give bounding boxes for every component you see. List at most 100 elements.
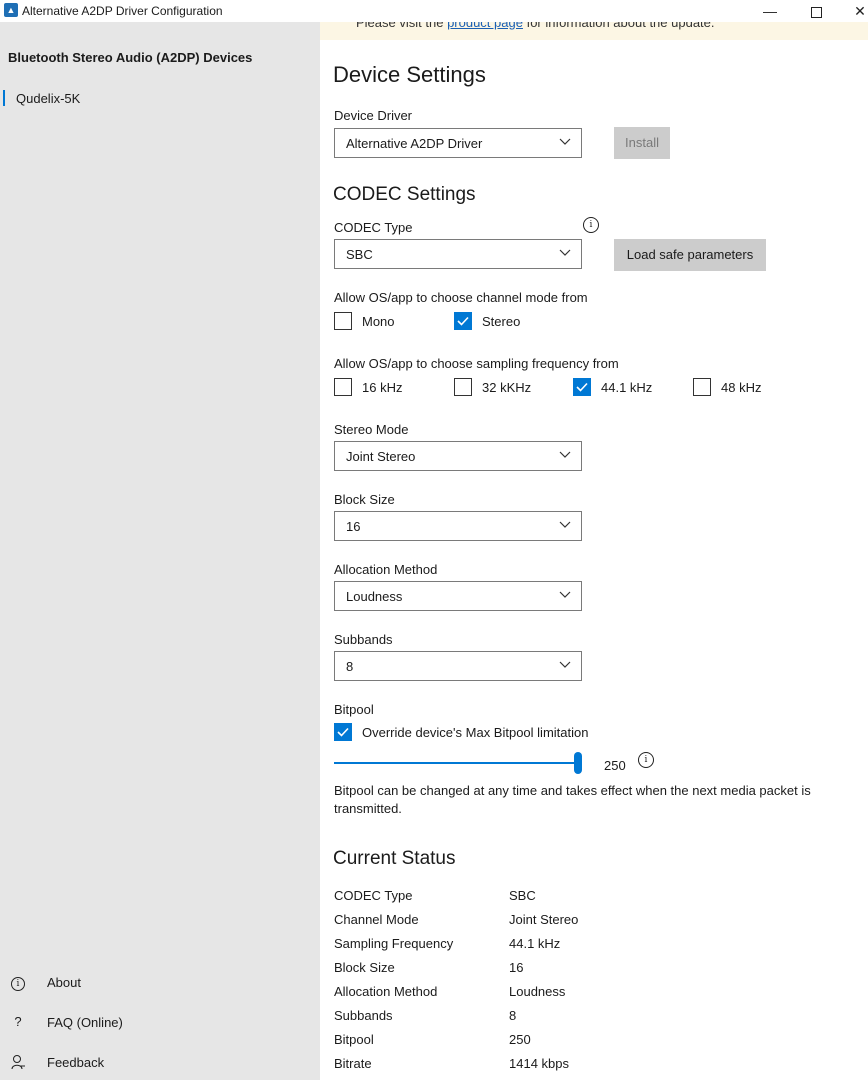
chevron-down-icon (559, 451, 571, 458)
status-key: Channel Mode (334, 912, 419, 927)
status-row: Allocation Method Loudness (334, 984, 734, 1004)
minimize-button[interactable]: — (750, 0, 790, 22)
channel-mode-label: Allow OS/app to choose channel mode from (334, 290, 588, 305)
subbands-label: Subbands (334, 632, 393, 647)
sampling-44khz-label: 44.1 kHz (601, 380, 653, 395)
subbands-value: 8 (346, 659, 354, 674)
stereo-mode-label: Stereo Mode (334, 422, 409, 437)
device-driver-value: Alternative A2DP Driver (346, 136, 483, 151)
codec-settings-heading: CODEC Settings (333, 184, 476, 205)
status-row: Channel Mode Joint Stereo (334, 912, 734, 932)
status-value: SBC (509, 888, 536, 903)
about-label: About (47, 975, 81, 990)
product-page-link[interactable]: product page (447, 22, 523, 30)
current-status-heading: Current Status (333, 848, 456, 869)
sampling-16khz-checkbox[interactable]: 16 kHz (334, 378, 434, 398)
device-driver-dropdown[interactable]: Alternative A2DP Driver (334, 128, 582, 158)
status-key: Bitpool (334, 1032, 374, 1047)
status-value: Loudness (509, 984, 566, 999)
faq-button[interactable]: ? FAQ (Online) (0, 1012, 320, 1036)
mono-label: Mono (362, 314, 395, 329)
chevron-down-icon (559, 591, 571, 598)
feedback-icon (10, 1054, 26, 1070)
subbands-dropdown[interactable]: 8 (334, 651, 582, 681)
chevron-down-icon (559, 661, 571, 668)
sampling-44khz-box (573, 378, 591, 396)
sidebar-header: Bluetooth Stereo Audio (A2DP) Devices (8, 50, 253, 65)
stereo-label: Stereo (482, 314, 521, 329)
status-value: 8 (509, 1008, 517, 1023)
sidebar-item-device[interactable]: Qudelix-5K (0, 88, 320, 108)
codec-type-value: SBC (346, 247, 373, 262)
chevron-down-icon (559, 521, 571, 528)
sampling-48khz-checkbox[interactable]: 48 kHz (693, 378, 793, 398)
feedback-button[interactable]: Feedback (0, 1052, 320, 1076)
sampling-44khz-checkbox[interactable]: 44.1 kHz (573, 378, 673, 398)
block-size-dropdown[interactable]: 16 (334, 511, 582, 541)
status-value: 250 (509, 1032, 531, 1047)
status-key: CODEC Type (334, 888, 413, 903)
status-value: 44.1 kHz (509, 936, 561, 951)
question-icon: ? (14, 1014, 22, 1029)
selection-indicator (3, 90, 5, 106)
app-icon: ▲ (4, 3, 18, 17)
sampling-32khz-label: 32 kKHz (482, 380, 532, 395)
override-bitpool-checkbox[interactable]: Override device's Max Bitpool limitation (334, 723, 634, 743)
window-title: Alternative A2DP Driver Configuration (22, 4, 223, 18)
sampling-48khz-box (693, 378, 711, 396)
allocation-method-label: Allocation Method (334, 562, 438, 577)
status-row: Bitpool 250 (334, 1032, 734, 1052)
status-value: Joint Stereo (509, 912, 579, 927)
title-bar: ▲ Alternative A2DP Driver Configuration … (0, 0, 868, 22)
chevron-down-icon (559, 249, 571, 256)
status-row: Block Size 16 (334, 960, 734, 980)
device-driver-label: Device Driver (334, 108, 413, 123)
bitpool-slider-track[interactable] (334, 762, 578, 764)
override-bitpool-label: Override device's Max Bitpool limitation (362, 725, 589, 740)
update-banner: Please visit the product page for inform… (320, 22, 868, 40)
stereo-mode-dropdown[interactable]: Joint Stereo (334, 441, 582, 471)
codec-type-label: CODEC Type (334, 220, 413, 235)
close-button[interactable]: ✕ (840, 0, 868, 22)
codec-type-dropdown[interactable]: SBC (334, 239, 582, 269)
bitpool-help-text: Bitpool can be changed at any time and t… (334, 783, 811, 816)
bitpool-slider-value: 250 (604, 758, 626, 773)
checkmark-icon (337, 727, 349, 737)
allocation-method-dropdown[interactable]: Loudness (334, 581, 582, 611)
block-size-label: Block Size (334, 492, 395, 507)
maximize-button[interactable] (796, 0, 836, 22)
mono-checkbox-box (334, 312, 352, 330)
stereo-checkbox-box (454, 312, 472, 330)
block-size-value: 16 (346, 519, 361, 534)
device-settings-heading: Device Settings (333, 62, 486, 87)
bitpool-slider-thumb[interactable] (574, 752, 582, 774)
banner-prefix: Please visit the (356, 22, 444, 30)
info-icon: i (10, 974, 26, 991)
install-button[interactable]: Install (614, 127, 670, 159)
sampling-48khz-label: 48 kHz (721, 380, 762, 395)
override-bitpool-box (334, 723, 352, 741)
sampling-32khz-checkbox[interactable]: 32 kKHz (454, 378, 554, 398)
sidebar: Bluetooth Stereo Audio (A2DP) Devices Qu… (0, 22, 320, 1080)
mono-checkbox[interactable]: Mono (334, 312, 444, 332)
status-row: CODEC Type SBC (334, 888, 734, 908)
bitpool-info-icon[interactable]: i (638, 750, 654, 768)
sampling-16khz-label: 16 kHz (362, 380, 403, 395)
load-safe-parameters-button[interactable]: Load safe parameters (614, 239, 766, 271)
allocation-method-value: Loudness (346, 589, 403, 604)
status-key: Sampling Frequency (334, 936, 454, 951)
about-button[interactable]: i About (0, 972, 320, 996)
stereo-checkbox[interactable]: Stereo (454, 312, 564, 332)
status-row: Bitrate 1414 kbps (334, 1056, 734, 1076)
checkmark-icon (457, 316, 469, 326)
codec-info-icon[interactable]: i (583, 215, 599, 233)
bitpool-label: Bitpool (334, 702, 374, 717)
status-key: Subbands (334, 1008, 393, 1023)
faq-label: FAQ (Online) (47, 1015, 123, 1030)
sampling-frequency-label: Allow OS/app to choose sampling frequenc… (334, 356, 619, 371)
status-value: 1414 kbps (509, 1056, 569, 1071)
sampling-32khz-box (454, 378, 472, 396)
feedback-label: Feedback (47, 1055, 105, 1070)
status-value: 16 (509, 960, 524, 975)
chevron-down-icon (559, 138, 571, 145)
